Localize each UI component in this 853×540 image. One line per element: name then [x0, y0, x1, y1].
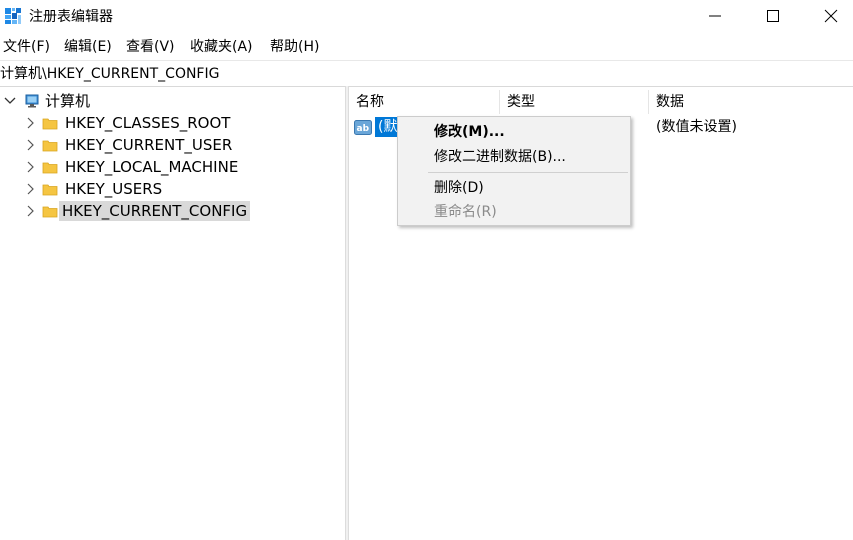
address-path[interactable]: 计算机\HKEY_CURRENT_CONFIG: [0, 64, 219, 84]
menu-item-modify[interactable]: 修改(M)...: [434, 121, 505, 143]
folder-icon: [42, 203, 58, 219]
tree-label-computer: 计算机: [45, 92, 91, 110]
folder-icon: [42, 159, 58, 175]
menu-view[interactable]: 查看(V): [126, 36, 175, 58]
menu-favorites[interactable]: 收藏夹(A): [190, 36, 253, 58]
tree-label: HKEY_CURRENT_USER: [65, 136, 233, 154]
tree-label-selected: HKEY_CURRENT_CONFIG: [59, 201, 251, 221]
chevron-right-icon[interactable]: [24, 117, 36, 129]
tree-item-hkey-current-user[interactable]: HKEY_CURRENT_USER: [0, 134, 345, 156]
registry-editor-icon: [4, 7, 22, 25]
tree-label: HKEY_CLASSES_ROOT: [65, 114, 231, 132]
maximize-button[interactable]: [745, 0, 801, 32]
minimize-icon: [709, 15, 721, 17]
close-icon: [824, 9, 838, 23]
tree-item-computer[interactable]: 计算机: [0, 90, 345, 112]
tree-item-hkey-classes-root[interactable]: HKEY_CLASSES_ROOT: [0, 112, 345, 134]
column-header-data[interactable]: 数据: [649, 90, 849, 114]
menu-item-delete[interactable]: 删除(D): [434, 177, 484, 199]
tree-label: HKEY_USERS: [65, 180, 163, 198]
string-value-icon: ab: [354, 119, 374, 137]
folder-icon: [42, 137, 58, 153]
chevron-right-icon[interactable]: [24, 139, 36, 151]
registry-tree[interactable]: 计算机 HKEY_CLASSES_ROOT HKEY_CURRENT_USER …: [0, 86, 345, 540]
address-bar[interactable]: 计算机\HKEY_CURRENT_CONFIG: [0, 60, 853, 86]
maximize-icon: [767, 10, 779, 22]
close-button[interactable]: [803, 0, 853, 32]
tree-item-hkey-local-machine[interactable]: HKEY_LOCAL_MACHINE: [0, 156, 345, 178]
tree-label: HKEY_LOCAL_MACHINE: [65, 158, 239, 176]
title-bar[interactable]: 注册表编辑器: [0, 0, 853, 34]
computer-icon: [24, 93, 40, 109]
minimize-button[interactable]: [687, 0, 743, 32]
menu-separator: [428, 172, 628, 173]
context-menu: 修改(M)... 修改二进制数据(B)... 删除(D) 重命名(R): [397, 116, 631, 226]
value-data: (数值未设置): [656, 119, 737, 135]
chevron-right-icon[interactable]: [24, 161, 36, 173]
column-header-name[interactable]: 名称: [349, 90, 500, 114]
svg-text:ab: ab: [357, 124, 370, 134]
tree-item-hkey-current-config[interactable]: HKEY_CURRENT_CONFIG: [0, 200, 345, 222]
chevron-right-icon[interactable]: [24, 183, 36, 195]
menu-edit[interactable]: 编辑(E): [64, 36, 112, 58]
chevron-right-icon[interactable]: [24, 205, 36, 217]
menu-help[interactable]: 帮助(H): [270, 36, 319, 58]
column-header-type[interactable]: 类型: [500, 90, 649, 114]
window-title: 注册表编辑器: [29, 9, 113, 25]
folder-icon: [42, 115, 58, 131]
menu-bar: 文件(F) 编辑(E) 查看(V) 收藏夹(A) 帮助(H): [0, 36, 853, 58]
menu-item-rename: 重命名(R): [434, 204, 497, 220]
menu-item-modify-binary[interactable]: 修改二进制数据(B)...: [434, 146, 566, 168]
menu-file[interactable]: 文件(F): [3, 36, 50, 58]
tree-item-hkey-users[interactable]: HKEY_USERS: [0, 178, 345, 200]
chevron-down-icon[interactable]: [4, 95, 16, 107]
folder-icon: [42, 181, 58, 197]
